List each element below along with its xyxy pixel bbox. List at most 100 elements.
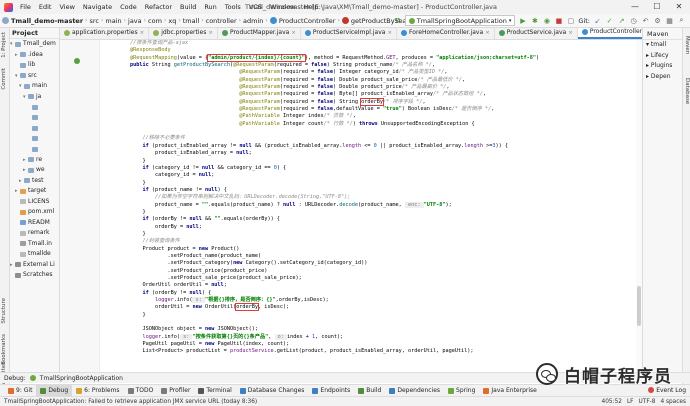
tree-item[interactable]: LICENS: [10, 197, 59, 208]
code-line[interactable]: logger.info( s: "按条件获取第{}页的{}条产品", o: in…: [105, 333, 637, 341]
menu-item-build[interactable]: Build: [176, 3, 200, 11]
tree-item[interactable]: tmallde: [10, 249, 59, 260]
code-line[interactable]: }: [105, 209, 637, 216]
code-line[interactable]: category_id = null;: [105, 172, 637, 179]
tree-item[interactable]: Tmall.in: [10, 239, 59, 250]
tree-item[interactable]: ▸ we: [10, 165, 59, 176]
menu-item-view[interactable]: View: [55, 3, 78, 11]
menu-item-file[interactable]: File: [16, 3, 35, 11]
editor-tab[interactable]: ProductService.java ×: [495, 28, 578, 39]
hammer-icon[interactable]: ⚒: [393, 16, 402, 25]
maven-tree-item[interactable]: ▸ Depen: [643, 72, 682, 83]
tree-item[interactable]: [10, 134, 59, 145]
debug-icon[interactable]: ✱: [530, 16, 539, 25]
tree-item[interactable]: ▸ target: [10, 186, 59, 197]
file-encoding[interactable]: UTF-8: [639, 399, 656, 405]
code-line[interactable]: }: [105, 158, 637, 165]
maven-tool-button[interactable]: Maven: [684, 36, 690, 54]
editor-tab[interactable]: jdbc.properties ×: [149, 28, 218, 39]
tool-window-button[interactable]: Endpoints: [308, 385, 354, 397]
code-line[interactable]: //按条件查询产品-ajax: [105, 40, 637, 47]
tree-item[interactable]: remark: [10, 228, 59, 239]
editor-gutter[interactable]: [60, 40, 100, 372]
menu-item-edit[interactable]: Edit: [35, 3, 56, 11]
breadcrumb-item[interactable]: java: [126, 17, 144, 25]
search-icon[interactable]: ⌕: [677, 16, 686, 25]
close-tab-icon[interactable]: ×: [291, 28, 296, 39]
tree-item[interactable]: ▸ External Li: [10, 260, 59, 271]
status-message[interactable]: TmallSpringBootApplication: Failed to re…: [4, 399, 257, 405]
line-separator[interactable]: LF: [627, 399, 634, 405]
tool-window-button[interactable]: Java Enterprise: [479, 385, 540, 397]
commit-tool-button[interactable]: Commit: [1, 68, 7, 90]
minimize-icon[interactable]: —: [624, 0, 646, 14]
tree-item[interactable]: ▸ test: [10, 176, 59, 187]
code-line[interactable]: @ResponseBody: [105, 47, 637, 54]
code-line[interactable]: //如果为非空字符串则解决中文乱码：URLDecoder.decode(Stri…: [105, 194, 637, 201]
code-line[interactable]: @PathVariable Integer count/* 行数 */) thr…: [105, 121, 637, 128]
code-line[interactable]: if (product_isEnabled_array != null && (…: [105, 143, 637, 150]
caret-position[interactable]: 405:52: [602, 399, 622, 405]
maximize-icon[interactable]: ☐: [646, 0, 668, 14]
tool-window-button[interactable]: Build: [354, 385, 385, 397]
git-push-icon[interactable]: ↗: [617, 16, 626, 25]
structure-tool-button[interactable]: Structure: [1, 298, 7, 324]
code-line[interactable]: @RequestMapping(value = {"admin/product/…: [105, 53, 637, 62]
run-icon[interactable]: ▶: [518, 16, 527, 25]
close-tab-icon[interactable]: ×: [387, 28, 392, 39]
code-line[interactable]: List<Product> productList = productServi…: [105, 348, 637, 355]
tree-item[interactable]: ▾ src: [10, 71, 59, 82]
code-line[interactable]: }: [105, 312, 637, 319]
tool-window-button[interactable]: 6: Problems: [72, 385, 123, 397]
code-line[interactable]: //移除不必要条件: [105, 135, 637, 142]
code-line[interactable]: //封装查询条件: [105, 238, 637, 245]
code-line[interactable]: @PathVariable Integer index/* 页数 */,: [105, 113, 637, 120]
tool-window-button[interactable]: TODO: [124, 385, 158, 397]
code-line[interactable]: .setProduct_category(new Category().setC…: [105, 260, 637, 267]
debug-config-tab[interactable]: TmallSpringBootApplication: [40, 375, 123, 382]
breadcrumb-item[interactable]: xq: [166, 17, 178, 25]
indent-setting[interactable]: 4 spaces: [660, 399, 686, 405]
tool-window-button[interactable]: 9: Git: [4, 385, 36, 397]
maven-tree-item[interactable]: ▸ Lifecy: [643, 51, 682, 62]
close-tab-icon[interactable]: ×: [208, 28, 213, 39]
breadcrumb-item[interactable]: admin: [241, 17, 265, 25]
code-line[interactable]: .setProduct_price(product_price): [105, 268, 637, 275]
code-line[interactable]: JSONObject object = new JSONObject();: [105, 326, 637, 333]
editor-tab[interactable]: ProductController.java×: [577, 28, 642, 39]
menu-item-code[interactable]: Code: [116, 3, 141, 11]
code-line[interactable]: }: [105, 180, 637, 187]
code-line[interactable]: orderUtil = new OrderUtil(orderBy, isDes…: [105, 303, 637, 312]
code-line[interactable]: @RequestParam(required = false) Integer …: [105, 69, 637, 76]
editor-tab[interactable]: ProductMapper.java ×: [218, 28, 301, 39]
tree-item[interactable]: Scratches: [10, 270, 59, 281]
tool-window-button[interactable]: Spring: [444, 385, 479, 397]
code-line[interactable]: @RequestParam(required = false) String o…: [105, 97, 637, 106]
breadcrumb-item[interactable]: Tmall_demo-master: [0, 17, 85, 25]
code-line[interactable]: product_isEnabled_array = null;: [105, 150, 637, 157]
code-line[interactable]: Product product = new Product(): [105, 246, 637, 253]
database-tool-button[interactable]: Database: [684, 78, 690, 104]
menu-item-run[interactable]: Run: [200, 3, 220, 11]
revert-icon[interactable]: ↶: [641, 16, 650, 25]
tree-item[interactable]: ▾ Tmall_dem: [10, 39, 59, 50]
wrench-icon[interactable]: ⚙: [653, 16, 662, 25]
run-configuration-select[interactable]: TmallSpringBootApplication ▾: [404, 15, 516, 26]
tree-item[interactable]: pom.xml: [10, 207, 59, 218]
close-tab-icon[interactable]: ×: [568, 28, 573, 39]
editor-tab[interactable]: ProductServiceImpl.java ×: [301, 28, 398, 39]
close-tab-icon[interactable]: ×: [485, 28, 490, 39]
tree-item[interactable]: ▸ re: [10, 155, 59, 166]
code-line[interactable]: }: [105, 231, 637, 238]
code-line[interactable]: if (orderBy != null) {: [105, 290, 637, 297]
editor-tab[interactable]: application.properties ×: [60, 28, 150, 39]
editor-tab[interactable]: ForeHomeController.java ×: [397, 28, 495, 39]
code-line[interactable]: .setProduct_sale_price(product_sale_pric…: [105, 275, 637, 282]
maven-tree-item[interactable]: ▾ tmall: [643, 40, 682, 51]
menu-item-refactor[interactable]: Refactor: [141, 3, 176, 11]
code-area[interactable]: //按条件查询产品-ajax @ResponseBody @RequestMap…: [105, 40, 637, 356]
git-update-icon[interactable]: ↙: [593, 16, 602, 25]
coverage-icon[interactable]: ◉: [542, 16, 551, 25]
code-line[interactable]: @RequestParam(required = false) Byte[] p…: [105, 91, 637, 98]
tree-item[interactable]: READM: [10, 218, 59, 229]
